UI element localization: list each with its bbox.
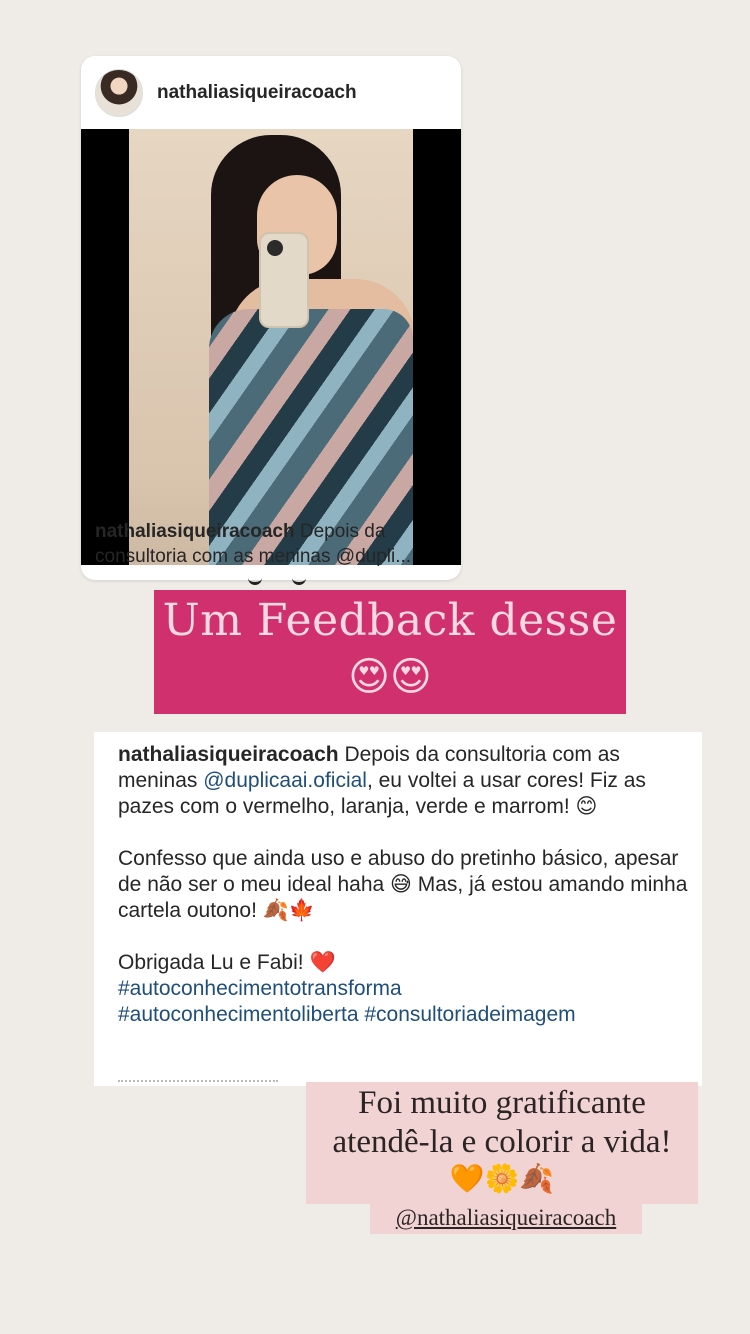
caption-paragraph-1: nathaliasiqueiracoach Depois da consulto…: [118, 742, 688, 820]
doodle-marks: [248, 572, 358, 603]
caption-paragraph-3: Obrigada Lu e Fabi! ❤️: [118, 951, 336, 974]
post-username[interactable]: nathaliasiqueiracoach: [157, 82, 357, 104]
post-photo[interactable]: [81, 129, 461, 565]
banner-text: Um Feedback desse: [162, 595, 618, 646]
caption-body: nathaliasiqueiracoach Depois da consulto…: [118, 742, 688, 1028]
hashtag-link[interactable]: #consultoriadeimagem: [364, 1003, 575, 1026]
shared-post-card[interactable]: nathaliasiqueiracoach nathaliasiqueiraco…: [81, 56, 461, 580]
caption-paragraph-2: Confesso que ainda uso e abuso do pretin…: [118, 847, 688, 922]
feedback-banner: Um Feedback desse 😍😍: [154, 590, 626, 714]
camera-lens-icon: [267, 240, 283, 256]
note-line-2: atendê-la e colorir a vida!: [332, 1124, 672, 1160]
mention-link[interactable]: @duplicaai.oficial: [203, 769, 367, 792]
cropped-text-edge: [118, 1080, 278, 1086]
heart-eyes-emoji-icon: 😍😍: [348, 655, 432, 699]
thank-you-note: Foi muito gratificante atendê-la e color…: [306, 1082, 698, 1204]
post-header: nathaliasiqueiracoach: [81, 56, 461, 130]
mention-sticker[interactable]: @nathaliasiqueiracoach: [370, 1204, 642, 1234]
caption-screenshot: nathaliasiqueiracoach Depois da consulto…: [94, 732, 702, 1086]
note-line-1: Foi muito gratificante: [358, 1085, 646, 1121]
hashtag-link[interactable]: #autoconhecimentotransforma: [118, 977, 402, 1000]
profile-avatar[interactable]: [95, 69, 143, 117]
phone-icon: [259, 232, 309, 328]
caption-username[interactable]: nathaliasiqueiracoach: [95, 521, 295, 542]
post-caption-preview: nathaliasiqueiracoach Depois da consulto…: [95, 519, 451, 569]
hashtag-block: #autoconhecimentotransforma #autoconheci…: [118, 976, 688, 1028]
hashtag-link[interactable]: #autoconhecimentoliberta: [118, 1003, 359, 1026]
heart-flower-leaf-emoji-icon: 🧡🌼🍂: [449, 1164, 555, 1195]
mirror-selfie-image: [129, 129, 413, 565]
caption-full-username[interactable]: nathaliasiqueiracoach: [118, 743, 339, 766]
